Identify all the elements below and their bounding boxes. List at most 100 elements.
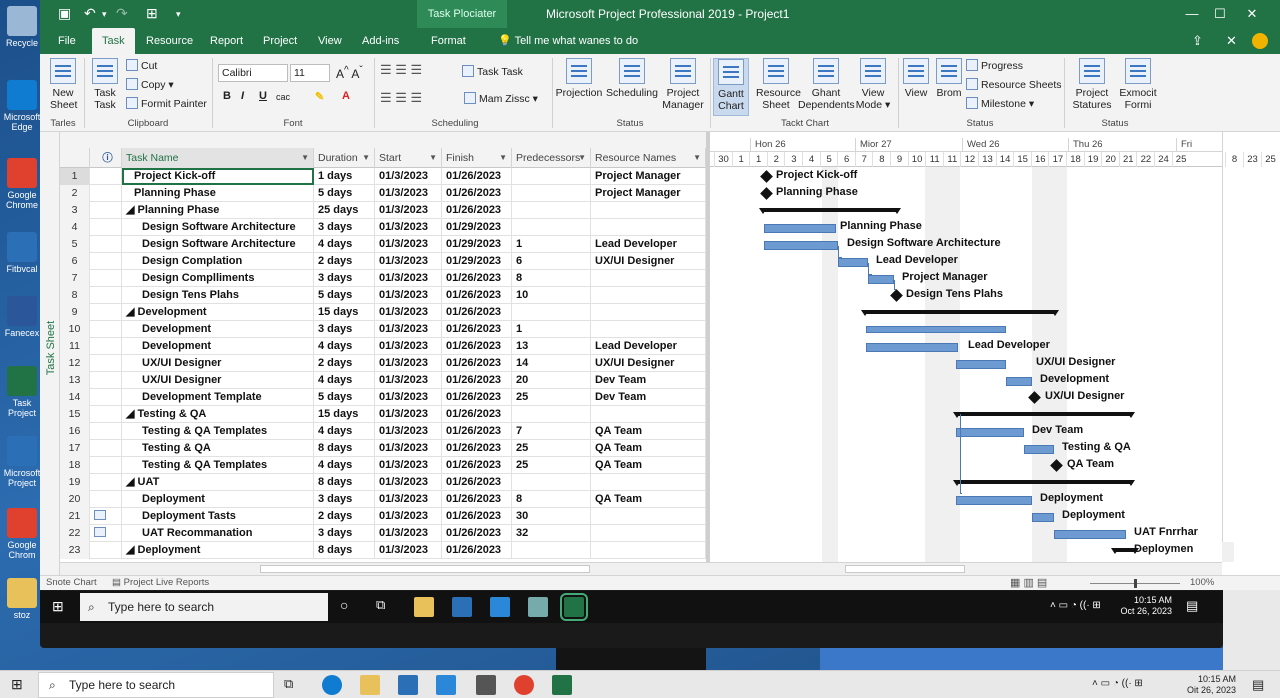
resource-sheets-button[interactable]: Resource Sheets — [966, 78, 1062, 91]
start-cell[interactable]: 01/3/2023 — [375, 457, 442, 474]
redo-icon[interactable]: ↷ — [116, 5, 128, 22]
duration-cell[interactable]: 4 days — [314, 236, 375, 253]
finish-cell[interactable]: 01/26/2023 — [442, 287, 512, 304]
row-number[interactable]: 11 — [60, 338, 90, 355]
predecessors-cell[interactable]: 20 — [512, 372, 591, 389]
task-row[interactable]: 3 ◢ Planning Phase 25 days 01/3/2023 01/26/2… — [60, 202, 706, 219]
progress-button[interactable]: Progress — [966, 59, 1023, 72]
resource-names-cell[interactable]: Lead Developer — [591, 236, 706, 253]
gantt-label[interactable]: Project Manager — [902, 271, 988, 283]
undo-icon[interactable]: ↶ — [84, 5, 96, 22]
resource-names-cell[interactable] — [591, 474, 706, 491]
start-cell[interactable]: 01/3/2023 — [375, 321, 442, 338]
gantt-label[interactable]: Testing & QA — [1062, 441, 1131, 453]
summary-bar[interactable] — [861, 310, 1059, 316]
note-indicator-icon[interactable] — [94, 527, 106, 537]
status-report-link[interactable]: ▤ Project Live Reports — [112, 576, 209, 590]
finish-cell[interactable]: 01/26/2023 — [442, 202, 512, 219]
finish-cell[interactable]: 01/26/2023 — [442, 304, 512, 321]
start-cell[interactable]: 01/3/2023 — [375, 406, 442, 423]
duration-cell[interactable]: 4 days — [314, 457, 375, 474]
task-row[interactable]: 11 Development 4 days 01/3/2023 01/26/2023 13… — [60, 338, 706, 355]
row-number[interactable]: 12 — [60, 355, 90, 372]
bold-button[interactable]: B — [223, 90, 231, 102]
projection-button[interactable]: Projection — [555, 58, 603, 99]
tab-add-ins[interactable]: Add-ins — [352, 28, 409, 54]
desktop-icon[interactable]: stoz — [0, 578, 44, 620]
project-statures-button[interactable]: Project Statures — [1070, 58, 1114, 111]
mam-zissc-button[interactable]: Mam Zissc ▾ — [464, 92, 538, 105]
row-number[interactable]: 21 — [60, 508, 90, 525]
task-row[interactable]: 17 Testing & QA 8 days 01/3/2023 01/26/2023 2… — [60, 440, 706, 457]
tab-report[interactable]: Report — [200, 28, 253, 54]
task-name-cell[interactable]: Planning Phase — [122, 185, 314, 202]
task-bar[interactable] — [866, 326, 1006, 333]
finish-cell[interactable]: 01/26/2023 — [442, 423, 512, 440]
font-color-icon[interactable]: A — [342, 90, 350, 102]
finish-cell[interactable]: 01/26/2023 — [442, 525, 512, 542]
align-center-icon[interactable]: ☰ ☰ ☰ — [380, 90, 422, 106]
inner-clock[interactable]: 10:15 AM Oct 26, 2023 — [1120, 595, 1172, 617]
finish-cell[interactable]: 01/26/2023 — [442, 457, 512, 474]
task-row[interactable]: 10 Development 3 days 01/3/2023 01/26/2023 1 — [60, 321, 706, 338]
grow-font-icon[interactable]: A^ Aˇ — [336, 65, 363, 81]
finish-cell[interactable]: 01/26/2023 — [442, 355, 512, 372]
milestone-marker[interactable] — [760, 187, 773, 200]
duration-cell[interactable]: 4 days — [314, 338, 375, 355]
task-row[interactable]: 8 Design Tens Plahs 5 days 01/3/2023 01/26/2… — [60, 287, 706, 304]
duration-cell[interactable]: 3 days — [314, 525, 375, 542]
task-row[interactable]: 2 Planning Phase 5 days 01/3/2023 01/26/2023… — [60, 185, 706, 202]
row-number[interactable]: 6 — [60, 253, 90, 270]
format-painter-button[interactable]: Formit Painter — [126, 97, 207, 110]
gantt-label[interactable]: Lead Developer — [876, 254, 958, 266]
task-bar[interactable] — [764, 241, 838, 250]
row-number[interactable]: 22 — [60, 525, 90, 542]
row-number[interactable]: 10 — [60, 321, 90, 338]
new-sheet-button[interactable]: New Sheet — [50, 58, 77, 111]
desktop-icon[interactable]: Google Chrom — [0, 508, 44, 560]
task-bar[interactable] — [956, 360, 1006, 369]
minimize-button[interactable]: — — [1178, 4, 1206, 24]
task-bar[interactable] — [866, 343, 958, 352]
summary-bar[interactable] — [953, 480, 1135, 486]
task-row[interactable]: 16 Testing & QA Templates 4 days 01/3/2023 0… — [60, 423, 706, 440]
gantt-label[interactable]: QA Team — [1067, 458, 1114, 470]
row-number[interactable]: 20 — [60, 491, 90, 508]
chevron-down-icon[interactable]: ▼ — [693, 148, 701, 168]
resource-names-cell[interactable]: QA Team — [591, 491, 706, 508]
task-name-cell[interactable]: Design Complliments — [122, 270, 314, 287]
predecessors-cell[interactable]: 13 — [512, 338, 591, 355]
predecessors-cell[interactable] — [512, 219, 591, 236]
task-name-cell[interactable]: Development — [122, 321, 314, 338]
predecessors-cell[interactable]: 8 — [512, 491, 591, 508]
task-row[interactable]: 22 UAT Recommanation 3 days 01/3/2023 01/26/… — [60, 525, 706, 542]
chevron-down-icon[interactable]: ▼ — [301, 148, 309, 168]
resource-names-cell[interactable]: Project Manager — [591, 185, 706, 202]
desktop-icon[interactable]: Microsoft Edge — [0, 80, 44, 132]
row-number[interactable]: 14 — [60, 389, 90, 406]
predecessors-cell[interactable]: 14 — [512, 355, 591, 372]
predecessors-cell[interactable]: 1 — [512, 236, 591, 253]
app-icon[interactable] — [528, 597, 548, 617]
tab-project[interactable]: Project — [253, 28, 307, 54]
mail-icon[interactable] — [490, 597, 510, 617]
start-cell[interactable]: 01/3/2023 — [375, 355, 442, 372]
summary-bar[interactable] — [759, 208, 901, 214]
maximize-button[interactable]: ☐ — [1206, 4, 1234, 24]
italic-button[interactable]: I — [241, 90, 244, 102]
gantt-label[interactable]: UAT Fnrrhar — [1134, 526, 1198, 538]
chevron-down-icon[interactable]: ▼ — [578, 148, 586, 168]
qat-dropdown-icon[interactable]: ▾ — [176, 9, 181, 20]
resource-names-cell[interactable]: UX/UI Designer — [591, 355, 706, 372]
gantt-label[interactable]: Development — [1040, 373, 1109, 385]
task-name-cell[interactable]: Deployment — [122, 491, 314, 508]
share-icon[interactable]: ⇪ — [1192, 33, 1203, 49]
desktop-icon[interactable]: Fitbvcal — [0, 232, 44, 274]
row-number[interactable]: 5 — [60, 236, 90, 253]
task-name-cell[interactable]: UAT Recommanation — [122, 525, 314, 542]
font-size-select[interactable]: 11 — [290, 64, 330, 82]
finish-cell[interactable]: 01/26/2023 — [442, 338, 512, 355]
chrome-icon[interactable] — [514, 675, 534, 695]
row-number[interactable]: 3 — [60, 202, 90, 219]
task-name-cell[interactable]: ◢ UAT — [122, 474, 314, 491]
